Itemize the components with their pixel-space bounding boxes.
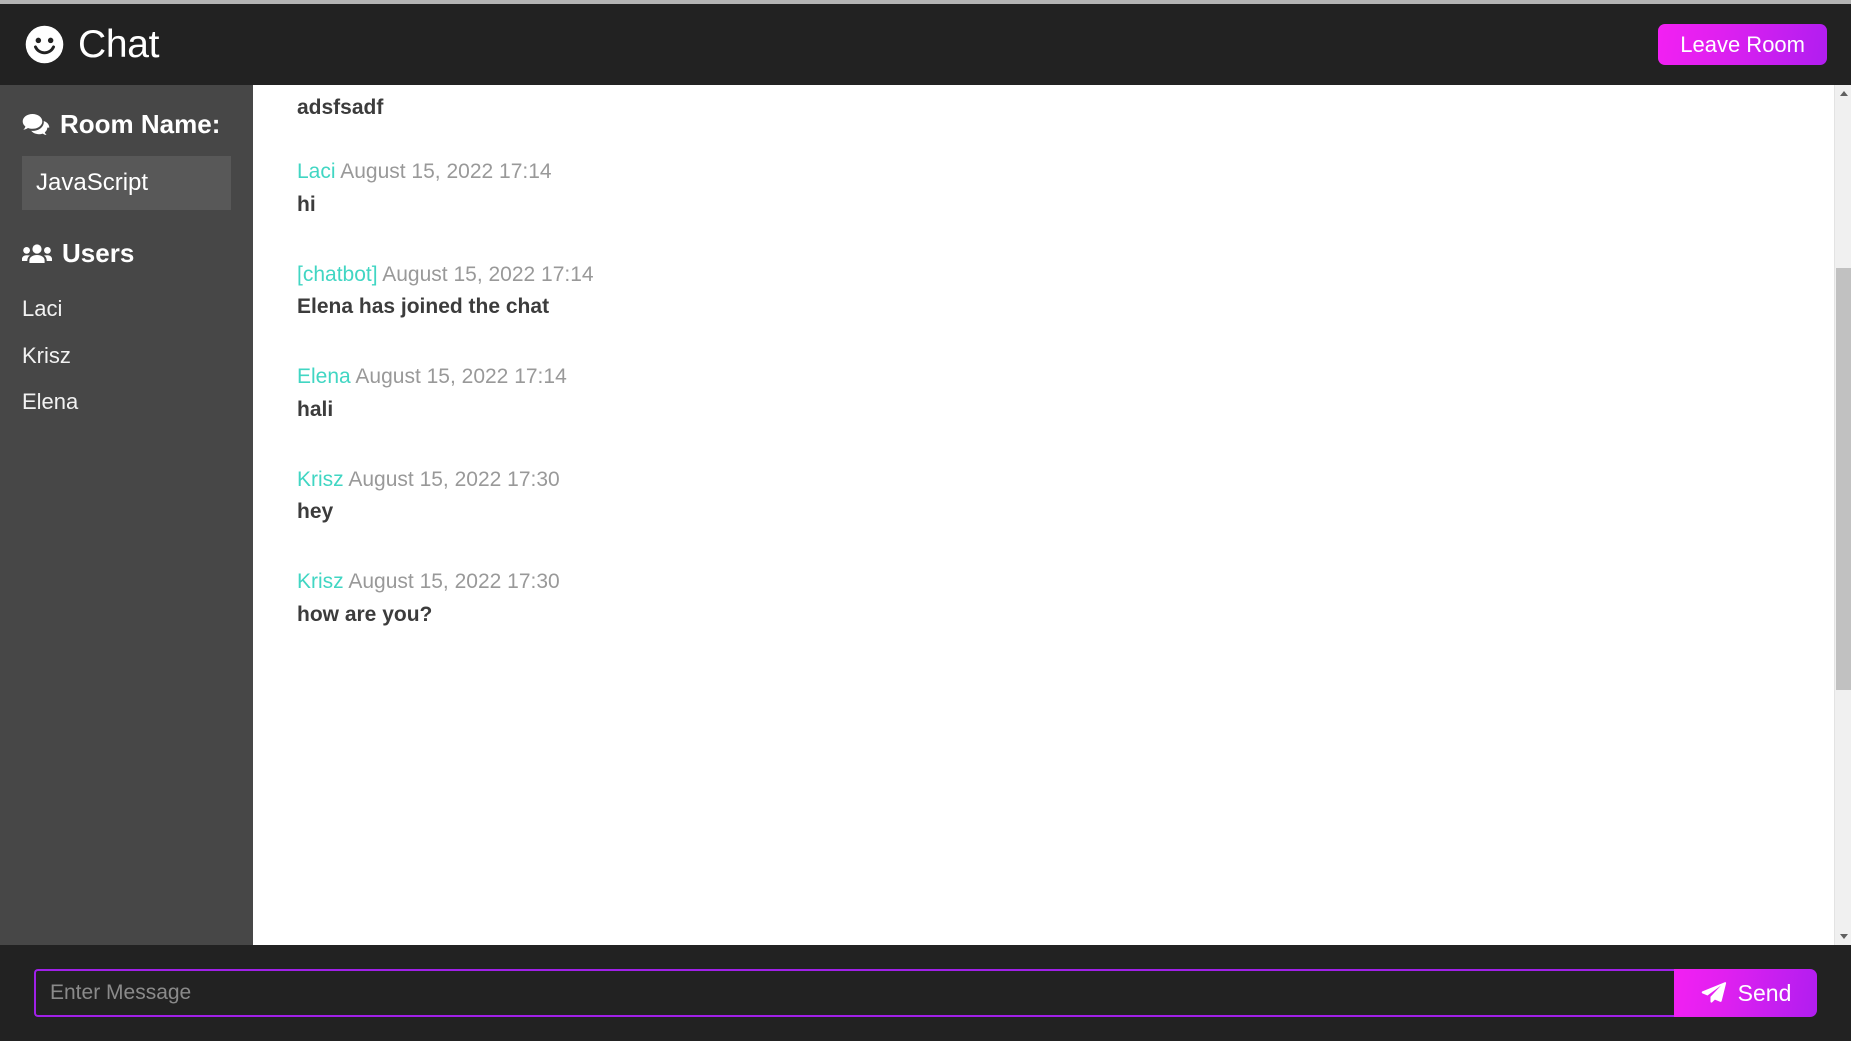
send-button[interactable]: Send (1674, 969, 1817, 1017)
brand: Chat (24, 24, 159, 65)
body-region: Room Name: JavaScript Users Laci Krisz E… (0, 85, 1851, 945)
users-heading-label: Users (62, 238, 135, 269)
room-name-heading: Room Name: (22, 109, 231, 140)
room-name-value: JavaScript (36, 169, 149, 196)
messages-list: adsfsadf Laci August 15, 2022 17:14 hi [… (253, 85, 1851, 628)
message-text: adsfsadf (297, 96, 384, 119)
message-item: Laci August 15, 2022 17:14 hi (297, 159, 1851, 218)
scroll-down-button[interactable] (1835, 928, 1851, 945)
message-timestamp: August 15, 2022 17:30 (348, 570, 560, 594)
message-meta: [chatbot] August 15, 2022 17:14 (297, 262, 1851, 288)
users-heading: Users (22, 238, 231, 269)
message-timestamp: August 15, 2022 17:14 (382, 262, 594, 286)
message-item: Krisz August 15, 2022 17:30 hey (297, 467, 1851, 526)
message-meta: Krisz August 15, 2022 17:30 (297, 467, 1851, 493)
users-list: Laci Krisz Elena (22, 291, 231, 430)
message-text: hi (297, 192, 316, 216)
message-username: Krisz (297, 570, 344, 594)
room-name-box: JavaScript (22, 156, 231, 211)
scroll-up-button[interactable] (1835, 85, 1851, 102)
message-item-partial: adsfsadf (297, 95, 1851, 121)
list-item: Elena (22, 388, 79, 414)
message-text: how are you? (297, 602, 433, 626)
paper-plane-icon (1701, 982, 1726, 1003)
list-item: Laci (22, 296, 63, 322)
comments-icon (22, 113, 50, 135)
chat-app: Chat Leave Room Room Name: JavaScript Us… (0, 0, 1851, 1041)
message-input[interactable] (34, 969, 1674, 1017)
vertical-scrollbar[interactable] (1834, 85, 1851, 945)
smiley-face-icon (25, 25, 64, 64)
message-item: [chatbot] August 15, 2022 17:14 Elena ha… (297, 262, 1851, 321)
message-meta: Laci August 15, 2022 17:14 (297, 159, 1851, 185)
message-item: Krisz August 15, 2022 17:30 how are you? (297, 569, 1851, 628)
triangle-down-icon (1839, 934, 1848, 939)
list-item: Krisz (22, 342, 71, 368)
app-title: Chat (78, 23, 160, 66)
sidebar: Room Name: JavaScript Users Laci Krisz E… (0, 85, 253, 945)
send-button-label: Send (1737, 979, 1792, 1006)
message-text: hey (297, 500, 334, 523)
message-timestamp: August 15, 2022 17:30 (348, 467, 560, 491)
message-text: Elena has joined the chat (297, 295, 550, 318)
app-header: Chat Leave Room (0, 4, 1851, 85)
scrollbar-thumb[interactable] (1836, 268, 1851, 690)
message-timestamp: August 15, 2022 17:14 (340, 160, 552, 184)
message-username: Laci (297, 160, 336, 184)
message-username: Krisz (297, 467, 344, 491)
message-meta: Elena August 15, 2022 17:14 (297, 364, 1851, 390)
message-username: Elena (297, 365, 351, 389)
messages-pane[interactable]: adsfsadf Laci August 15, 2022 17:14 hi [… (253, 85, 1851, 945)
room-name-heading-label: Room Name: (60, 109, 221, 139)
message-meta: Krisz August 15, 2022 17:30 (297, 569, 1851, 595)
message-form: Send (34, 969, 1817, 1017)
composer-footer: Send (0, 945, 1851, 1041)
message-item: Elena August 15, 2022 17:14 hali (297, 364, 1851, 423)
message-text: hali (297, 397, 334, 421)
message-timestamp: August 15, 2022 17:14 (355, 365, 567, 389)
users-icon (22, 244, 52, 263)
triangle-up-icon (1839, 91, 1848, 96)
message-username: [chatbot] (297, 262, 378, 286)
leave-room-button[interactable]: Leave Room (1658, 24, 1827, 65)
